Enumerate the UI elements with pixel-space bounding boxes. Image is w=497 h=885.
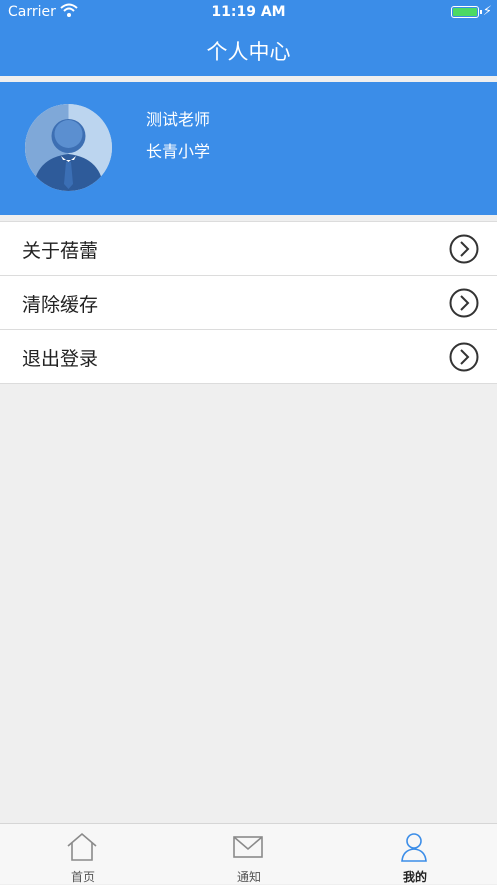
header-bar: Carrier 11:19 AM ⚡ 个人中心 — [0, 0, 497, 76]
tab-home[interactable]: 首页 — [0, 824, 166, 884]
chevron-right-icon — [449, 234, 479, 264]
menu-item-logout[interactable]: 退出登录 — [0, 330, 497, 384]
menu-item-label: 退出登录 — [22, 348, 99, 370]
status-bar: Carrier 11:19 AM ⚡ — [0, 0, 497, 26]
tab-label: 首页 — [70, 870, 95, 884]
battery-icon — [451, 6, 482, 18]
tab-mine[interactable]: 我的 — [332, 824, 497, 884]
charging-icon: ⚡ — [482, 4, 492, 19]
menu-item-label: 关于蓓蕾 — [22, 240, 99, 262]
user-school: 长青小学 — [146, 142, 211, 161]
status-time: 11:19 AM — [211, 4, 286, 20]
tab-label: 通知 — [236, 870, 261, 884]
menu-item-label: 清除缓存 — [22, 294, 99, 316]
avatar[interactable] — [25, 104, 112, 191]
user-avatar-icon — [25, 104, 112, 191]
page-title: 个人中心 — [206, 40, 291, 64]
chevron-right-icon — [449, 288, 479, 318]
menu-item-about[interactable]: 关于蓓蕾 — [0, 222, 497, 276]
profile-card[interactable]: 测试老师 长青小学 — [0, 82, 497, 215]
settings-menu: 关于蓓蕾 清除缓存 退出登录 — [0, 221, 497, 384]
mail-icon — [233, 836, 263, 858]
tab-bar: 首页 通知 我的 — [0, 823, 497, 884]
user-icon — [401, 833, 427, 862]
tab-notifications[interactable]: 通知 — [166, 824, 332, 884]
menu-item-clear-cache[interactable]: 清除缓存 — [0, 276, 497, 330]
chevron-right-icon — [449, 342, 479, 372]
user-name: 测试老师 — [146, 110, 211, 129]
tab-label: 我的 — [402, 870, 427, 884]
home-icon — [67, 832, 97, 861]
